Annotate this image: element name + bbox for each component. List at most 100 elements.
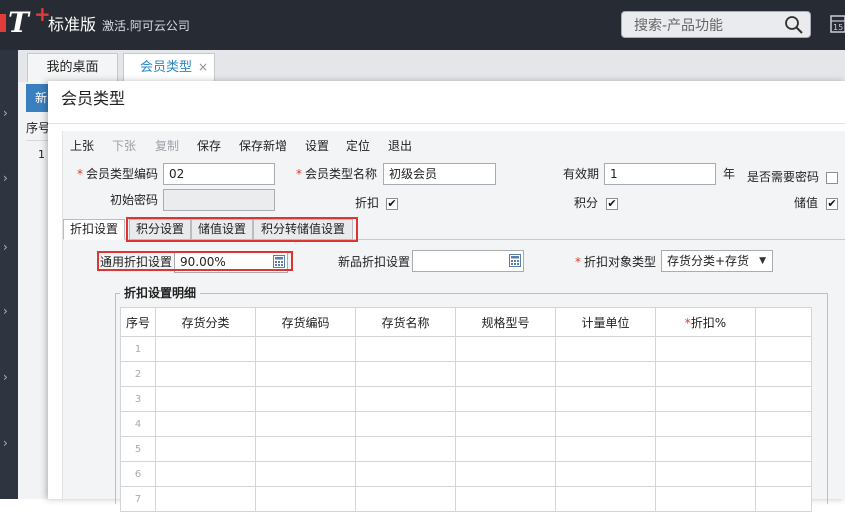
table-cell[interactable] [755, 461, 812, 487]
init-password-field[interactable] [163, 189, 275, 211]
discount-enabled-checkbox[interactable]: ✔ [386, 198, 398, 210]
chevron-right-icon[interactable]: › [3, 371, 13, 383]
table-cell[interactable] [655, 461, 756, 487]
table-row[interactable]: 4 [120, 411, 812, 437]
table-cell[interactable] [355, 411, 456, 437]
table-cell[interactable] [555, 461, 656, 487]
table-cell[interactable] [355, 386, 456, 412]
tab-member-type[interactable]: 会员类型 × [123, 53, 215, 82]
table-cell[interactable] [355, 361, 456, 387]
table-cell[interactable] [755, 411, 812, 437]
tab-my-desktop[interactable]: 我的桌面 [27, 53, 118, 82]
points-enabled-checkbox[interactable]: ✔ [606, 198, 618, 210]
table-cell[interactable] [355, 436, 456, 462]
table-cell[interactable] [355, 336, 456, 362]
calculator-icon[interactable] [509, 254, 521, 267]
table-cell[interactable] [455, 361, 556, 387]
copy-button[interactable]: 复制 [155, 137, 179, 155]
table-cell[interactable] [155, 336, 256, 362]
prev-record-button[interactable]: 上张 [70, 137, 94, 155]
calendar-icon[interactable]: 15 [829, 12, 845, 34]
table-cell[interactable] [655, 386, 756, 412]
exit-button[interactable]: 退出 [388, 137, 412, 155]
chevron-right-icon[interactable]: › [3, 241, 13, 253]
table-cell[interactable] [755, 336, 812, 362]
table-cell[interactable] [655, 411, 756, 437]
column-header[interactable]: 存货分类 [155, 307, 256, 337]
table-cell[interactable] [255, 336, 356, 362]
tab-discount-settings[interactable]: 折扣设置 [63, 219, 125, 240]
table-cell[interactable] [255, 386, 356, 412]
target-type-label: * 折扣对象类型 [575, 253, 656, 271]
row-number: 3 [120, 386, 156, 412]
table-cell[interactable] [155, 411, 256, 437]
save-button[interactable]: 保存 [197, 137, 221, 155]
table-row[interactable]: 7 [120, 486, 812, 512]
validity-field[interactable]: 1 [604, 163, 716, 185]
table-cell[interactable] [155, 461, 256, 487]
table-cell[interactable] [555, 436, 656, 462]
table-cell[interactable] [555, 336, 656, 362]
table-cell[interactable] [255, 361, 356, 387]
new-product-discount-field[interactable] [412, 250, 524, 272]
table-cell[interactable] [455, 411, 556, 437]
table-cell[interactable] [255, 486, 356, 512]
column-header[interactable]: 规格型号 [455, 307, 556, 337]
table-cell[interactable] [155, 386, 256, 412]
column-header[interactable]: 存货编码 [255, 307, 356, 337]
table-cell[interactable] [455, 336, 556, 362]
target-type-select[interactable]: 存货分类+存货 ▼ [661, 250, 773, 272]
stored-value-enabled-checkbox[interactable]: ✔ [826, 198, 838, 210]
table-cell[interactable] [555, 411, 656, 437]
search-input[interactable] [632, 15, 786, 36]
search-box[interactable] [621, 11, 811, 38]
table-cell[interactable] [555, 361, 656, 387]
table-cell[interactable] [155, 361, 256, 387]
table-cell[interactable] [655, 361, 756, 387]
table-row[interactable]: 3 [120, 386, 812, 412]
table-row[interactable]: 1 [120, 336, 812, 362]
table-cell[interactable] [655, 436, 756, 462]
table-cell[interactable] [155, 436, 256, 462]
table-row[interactable]: 6 [120, 461, 812, 487]
close-icon[interactable]: × [198, 54, 208, 81]
table-cell[interactable] [655, 336, 756, 362]
table-cell[interactable] [255, 461, 356, 487]
table-cell[interactable] [455, 486, 556, 512]
dropdown-arrow-icon[interactable]: ▼ [759, 255, 766, 267]
table-cell[interactable] [155, 486, 256, 512]
column-header[interactable]: 计量单位 [555, 307, 656, 337]
table-cell[interactable] [755, 386, 812, 412]
table-row[interactable]: 5 [120, 436, 812, 462]
table-cell[interactable] [555, 386, 656, 412]
next-record-button[interactable]: 下张 [112, 137, 136, 155]
member-type-name-field[interactable]: 初级会员 [383, 163, 496, 185]
chevron-right-icon[interactable]: › [3, 172, 13, 184]
table-cell[interactable] [555, 486, 656, 512]
column-header[interactable]: 序号 [120, 307, 156, 337]
table-cell[interactable] [455, 461, 556, 487]
column-header[interactable]: 存货名称 [355, 307, 456, 337]
settings-button[interactable]: 设置 [305, 137, 329, 155]
company-name[interactable]: 激活.阿可云公司 [102, 17, 190, 35]
table-cell[interactable] [355, 461, 456, 487]
table-cell[interactable] [455, 386, 556, 412]
locate-button[interactable]: 定位 [346, 137, 370, 155]
table-cell[interactable] [755, 361, 812, 387]
table-row[interactable]: 2 [120, 361, 812, 387]
table-cell[interactable] [455, 436, 556, 462]
table-cell[interactable] [755, 486, 812, 512]
table-cell[interactable] [755, 436, 812, 462]
member-type-code-field[interactable]: 02 [163, 163, 275, 185]
table-cell[interactable] [255, 411, 356, 437]
table-cell[interactable] [355, 486, 456, 512]
save-and-new-button[interactable]: 保存新增 [239, 137, 287, 155]
column-header-discount[interactable]: *折扣% [655, 307, 756, 337]
chevron-right-icon[interactable]: › [3, 437, 13, 449]
table-cell[interactable] [655, 486, 756, 512]
need-password-checkbox[interactable] [826, 172, 838, 184]
chevron-right-icon[interactable]: › [3, 107, 13, 119]
chevron-right-icon[interactable]: › [3, 305, 13, 317]
search-icon[interactable] [784, 15, 804, 35]
table-cell[interactable] [255, 436, 356, 462]
